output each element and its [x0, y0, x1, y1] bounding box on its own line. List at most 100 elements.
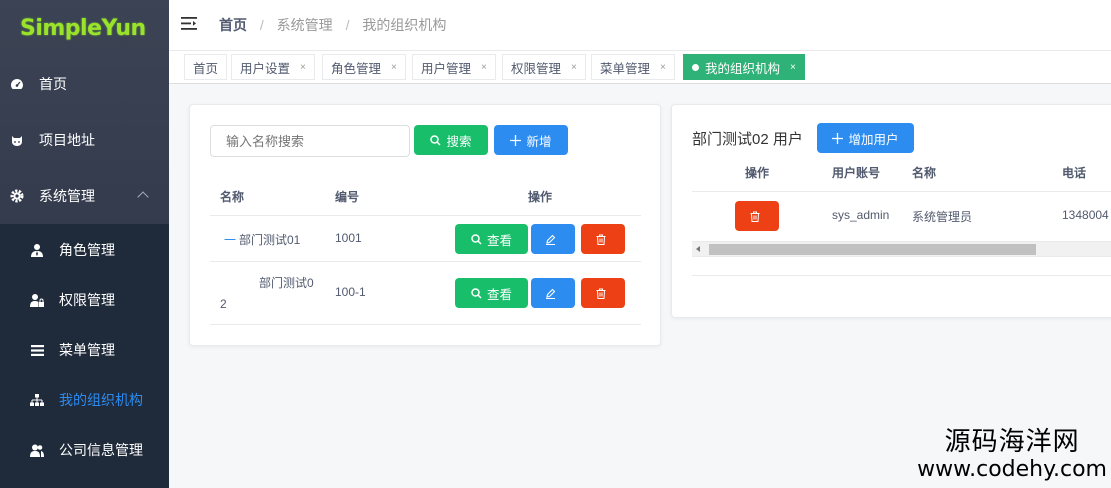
tab-label: 我的组织机构	[705, 61, 781, 76]
plus-icon	[832, 132, 844, 144]
close-icon[interactable]: ×	[660, 62, 666, 73]
close-icon[interactable]: ×	[481, 62, 487, 73]
view-button[interactable]: 查看	[455, 224, 528, 254]
breadcrumb-separator: /	[345, 17, 350, 33]
sidebar-item-label: 角色管理	[59, 242, 115, 258]
sidebar-item-project[interactable]: 项目地址	[0, 112, 169, 168]
sidebar: SimpleYun 首页 项目地址 系统管理 角色管理 权限管理 菜单管理 我的…	[0, 0, 169, 488]
search-icon	[471, 287, 482, 299]
submenu: 角色管理 权限管理 菜单管理 我的组织机构 公司信息管理	[0, 224, 169, 488]
tab-users[interactable]: 用户管理 ×	[412, 54, 496, 80]
search-input[interactable]	[210, 125, 410, 157]
tab-label: 权限管理	[511, 61, 562, 76]
column-header-account: 用户账号	[832, 166, 881, 180]
sidebar-item-permissions[interactable]: 权限管理	[0, 275, 169, 325]
edit-button[interactable]	[531, 278, 575, 308]
top-header: 首页 / 系统管理 / 我的组织机构	[169, 0, 1111, 50]
plus-icon	[510, 134, 522, 146]
delete-button[interactable]	[581, 224, 625, 254]
scroll-left-icon[interactable]	[696, 246, 700, 252]
tab-user-settings[interactable]: 用户设置 ×	[231, 54, 315, 80]
breadcrumb-separator: /	[259, 17, 264, 33]
active-dot-icon	[692, 63, 699, 71]
department-card: 搜索 新增 名称 编号 操作 一 部门测试01 1001 查看 部门测试0 2 …	[189, 104, 661, 346]
menu-toggle-icon[interactable]	[181, 17, 197, 33]
tree-expand-icon[interactable]: 一	[224, 231, 236, 248]
delete-button[interactable]	[735, 201, 779, 231]
gear-icon	[10, 189, 24, 203]
sidebar-item-label: 首页	[39, 76, 67, 92]
divider	[692, 191, 1111, 192]
close-icon[interactable]: ×	[391, 62, 397, 73]
delete-button[interactable]	[581, 278, 625, 308]
dashboard-icon	[10, 77, 24, 91]
tab-home[interactable]: 首页	[184, 54, 228, 80]
department-name: 部门测试0	[259, 276, 314, 290]
close-icon[interactable]: ×	[300, 62, 306, 73]
add-button[interactable]: 新增	[494, 125, 568, 155]
users-icon	[30, 443, 44, 457]
sitemap-icon	[30, 393, 44, 407]
close-icon[interactable]: ×	[790, 62, 796, 73]
tab-label: 菜单管理	[600, 61, 651, 76]
user-lock-icon	[30, 293, 44, 307]
sidebar-item-org[interactable]: 我的组织机构	[0, 375, 169, 425]
chevron-up-icon	[137, 191, 149, 203]
breadcrumb-item[interactable]: 首页	[219, 17, 247, 33]
app-logo[interactable]: SimpleYun	[0, 0, 169, 56]
divider	[210, 215, 641, 216]
user-card: 部门测试02 用户 增加用户 操作 用户账号 名称 电话 sys_admin 系…	[671, 104, 1111, 318]
search-button-label: 搜索	[446, 134, 472, 149]
sidebar-item-label: 菜单管理	[59, 342, 115, 358]
sidebar-item-home[interactable]: 首页	[0, 56, 169, 112]
trash-icon	[750, 211, 759, 222]
trash-icon	[596, 288, 605, 299]
watermark-url: www.codehy.com	[917, 457, 1107, 482]
tab-org[interactable]: 我的组织机构 ×	[683, 54, 805, 80]
view-button-label: 查看	[486, 287, 512, 302]
tab-label: 用户管理	[421, 61, 472, 76]
sidebar-item-menus[interactable]: 菜单管理	[0, 325, 169, 375]
scrollbar-thumb[interactable]	[709, 244, 1036, 255]
department-code: 100-1	[335, 285, 366, 299]
search-button[interactable]: 搜索	[414, 125, 488, 155]
github-icon	[10, 133, 24, 147]
add-button-label: 新增	[526, 134, 552, 149]
column-header-phone: 电话	[1062, 166, 1087, 180]
view-button[interactable]: 查看	[455, 278, 528, 308]
divider	[210, 261, 641, 262]
tab-bar: 首页 用户设置 × 角色管理 × 用户管理 × 权限管理 × 菜单管理 × 我的组织机构 ×	[169, 50, 1111, 84]
breadcrumb-item: 我的组织机构	[362, 17, 447, 33]
tab-permissions[interactable]: 权限管理 ×	[502, 54, 586, 80]
tab-label: 用户设置	[240, 61, 291, 76]
column-header-name: 名称	[220, 190, 245, 204]
add-user-label: 增加用户	[848, 132, 899, 147]
sidebar-item-roles[interactable]: 角色管理	[0, 225, 169, 275]
column-header-code: 编号	[335, 190, 360, 204]
sidebar-item-label: 公司信息管理	[59, 442, 143, 458]
user-account: sys_admin	[832, 208, 890, 222]
user-tie-icon	[30, 243, 44, 257]
user-phone: 1348004	[1062, 208, 1109, 222]
add-user-button[interactable]: 增加用户	[817, 123, 914, 153]
watermark-title: 源码海洋网	[944, 427, 1080, 457]
sidebar-item-label: 系统管理	[39, 188, 95, 204]
edit-icon	[546, 234, 556, 245]
horizontal-scrollbar[interactable]	[692, 241, 1111, 257]
sidebar-item-company[interactable]: 公司信息管理	[0, 425, 169, 475]
sidebar-item-system[interactable]: 系统管理	[0, 168, 169, 224]
tab-menus[interactable]: 菜单管理 ×	[591, 54, 675, 80]
sidebar-item-label: 我的组织机构	[59, 392, 143, 408]
user-name: 系统管理员	[912, 210, 973, 224]
close-icon[interactable]: ×	[571, 62, 577, 73]
edit-button[interactable]	[531, 224, 575, 254]
tab-roles[interactable]: 角色管理 ×	[322, 54, 406, 80]
divider	[210, 324, 641, 325]
list-icon	[30, 343, 44, 357]
column-header-actions: 操作	[528, 190, 553, 204]
department-code: 1001	[335, 231, 362, 245]
sidebar-item-label: 权限管理	[59, 292, 115, 308]
sidebar-item-label: 项目地址	[39, 132, 95, 148]
column-header-name: 名称	[912, 166, 937, 180]
search-icon	[471, 233, 482, 245]
